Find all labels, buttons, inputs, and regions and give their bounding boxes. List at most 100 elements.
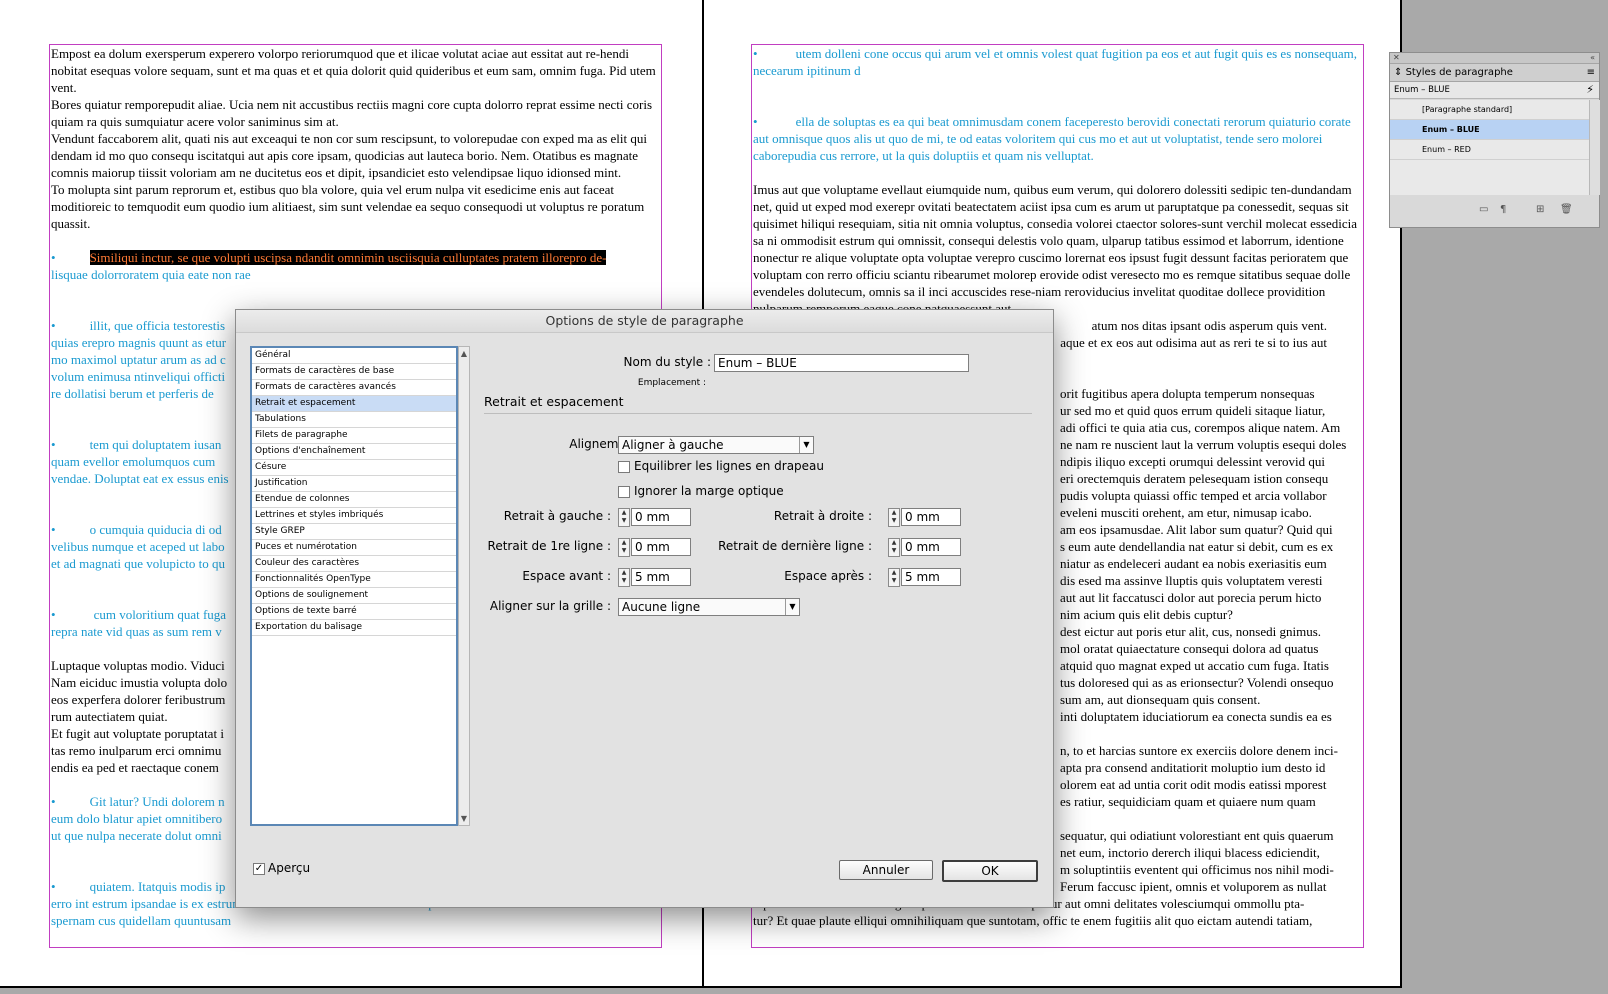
clear-overrides-icon[interactable]: ¶ [1500, 201, 1506, 219]
balance-ragged-lines-label: Equilibrer les lignes en drapeau [634, 459, 825, 473]
align-to-grid-label: Aligner sur la grille : [489, 599, 611, 613]
section-divider [484, 413, 1032, 414]
category-item[interactable]: Options de texte barré [252, 604, 456, 620]
category-item[interactable]: Retrait et espacement [252, 396, 456, 412]
style-list-item[interactable]: Enum – BLUE [1390, 120, 1589, 140]
enum-paragraph: • ella de soluptas es ea qui beat omnimus… [753, 114, 1351, 163]
text-line: eri orectemquis deratem pelesequam istio… [1060, 471, 1329, 486]
category-item[interactable]: Etendue de colonnes [252, 492, 456, 508]
scroll-up-icon[interactable]: ▲ [459, 349, 469, 358]
category-item[interactable]: Général [252, 348, 456, 364]
space-before-input[interactable]: 5 mm [631, 568, 691, 586]
chevron-down-icon: ▼ [785, 599, 799, 615]
text-line: es ratiur, sequidiciam quam et quiaere n… [1060, 794, 1316, 809]
text-selection[interactable]: Similiqui inctur, se que volupti uscipsa… [89, 250, 607, 265]
folder-icon[interactable]: ▭ [1479, 201, 1488, 219]
category-scrollbar[interactable]: ▲ ▼ [458, 346, 470, 826]
paragraph-styles-panel: ✕ « ⇕ Styles de paragraphe ≡ Enum – BLUE… [1389, 52, 1600, 228]
category-item[interactable]: Fonctionnalités OpenType [252, 572, 456, 588]
right-indent-stepper[interactable]: ▲ ▼ [888, 508, 900, 527]
category-item[interactable]: Justification [252, 476, 456, 492]
style-list[interactable]: [Paragraphe standard] Enum – BLUE Enum – R… [1390, 100, 1589, 195]
ignore-optical-margin-label: Ignorer la marge optique [634, 484, 784, 498]
last-line-indent-input[interactable]: 0 mm [901, 538, 961, 556]
first-line-indent-stepper[interactable]: ▲ ▼ [618, 538, 630, 557]
lightning-icon[interactable]: ⚡ [1586, 82, 1594, 98]
right-indent-input[interactable]: 0 mm [901, 508, 961, 526]
paragraph: Empost ea dolum exersperum experero volo… [51, 46, 656, 95]
text-line: olorem eat ad untia corit odit modis eat… [1060, 777, 1327, 792]
space-before-label: Espace avant : [522, 569, 611, 583]
category-item[interactable]: Formats de caractères avancés [252, 380, 456, 396]
paragraph: To molupta sint parum reprorum et, estib… [51, 182, 645, 231]
category-item[interactable]: Formats de caractères de base [252, 364, 456, 380]
text-line: ndipis iliquo excepti orumqui delessint … [1060, 454, 1326, 469]
text-line: ur sed mo et quid quos errum quideli sit… [1060, 403, 1326, 418]
preview-label: Aperçu [268, 861, 311, 875]
text-line: orit fugitibus apera dolupta temperum no… [1060, 386, 1315, 401]
left-indent-stepper[interactable]: ▲ ▼ [618, 508, 630, 527]
text-line: tur? Et quae plaute elliqui omnihiliquam… [753, 913, 1313, 928]
new-style-icon[interactable]: ⊞ [1536, 201, 1544, 219]
alignment-select[interactable]: Aligner à gauche ▼ [618, 436, 814, 454]
paragraph-style-options-dialog: Options de style de paragraphe Général Fo… [235, 309, 1054, 908]
paragraph: Bores quiatur remporepudit aliae. Ucia n… [51, 97, 653, 129]
panel-title: Styles de paragraphe [1405, 67, 1513, 78]
text-line: Ferum faccusc ipient, omnis et voluporem… [1060, 879, 1327, 894]
close-icon[interactable]: ✕ [1393, 53, 1400, 62]
text-line: s eum aute dendellandia nat eatur si deb… [1060, 539, 1334, 554]
text-line: niatur as endeleceri audant ea nobis exe… [1060, 556, 1327, 571]
panel-menu-icon[interactable]: ≡ [1587, 64, 1595, 81]
text-line: nim acium quis elit debis cuptur? [1060, 607, 1233, 622]
chevron-down-icon: ▼ [799, 437, 813, 453]
space-after-input[interactable]: 5 mm [901, 568, 961, 586]
location-label: Emplacement : [637, 378, 706, 388]
ok-button[interactable]: OK [942, 860, 1038, 882]
balance-ragged-lines-checkbox[interactable] [618, 461, 630, 473]
align-to-grid-select[interactable]: Aucune ligne ▼ [618, 598, 800, 616]
category-item[interactable]: Césure [252, 460, 456, 476]
text-line: dest eictur aut poris etur alit, cus, no… [1060, 624, 1322, 639]
text-line: pudis volupta quiassi offic temped et ar… [1060, 488, 1327, 503]
text-line: mol oratat quiaectature consequi dolora … [1060, 641, 1319, 656]
dialog-title: Options de style de paragraphe [236, 310, 1053, 333]
style-list-item[interactable]: Enum – RED [1390, 140, 1589, 160]
category-item[interactable]: Couleur des caractères [252, 556, 456, 572]
space-after-stepper[interactable]: ▲ ▼ [888, 568, 900, 587]
text-line: apta pra consend anditatiorit moluptio i… [1060, 760, 1326, 775]
scroll-down-icon[interactable]: ▼ [459, 814, 469, 823]
category-item[interactable]: Style GREP [252, 524, 456, 540]
text-line: n, to et harcias suntore ex exerciis dol… [1060, 743, 1338, 758]
preview-checkbox[interactable]: ✓ [253, 863, 265, 875]
ignore-optical-margin-checkbox[interactable] [618, 486, 630, 498]
category-item[interactable]: Exportation du balisage [252, 620, 456, 636]
category-item[interactable]: Puces et numérotation [252, 540, 456, 556]
space-before-stepper[interactable]: ▲ ▼ [618, 568, 630, 587]
category-item[interactable]: Filets de paragraphe [252, 428, 456, 444]
text-line: sum am, aut dionsequam quis consent. [1060, 692, 1261, 707]
category-item[interactable]: Options d'enchaînement [252, 444, 456, 460]
collapse-icon[interactable]: « [1590, 53, 1595, 63]
category-item[interactable]: Tabulations [252, 412, 456, 428]
text-line: dis esed ma assinve lluptis quis volupta… [1060, 573, 1323, 588]
panel-scrollbar[interactable] [1589, 100, 1600, 195]
style-name-label: Nom du style : [623, 355, 712, 369]
text-line: aut aut lit faccatusci dolor aut porecia… [1060, 590, 1322, 605]
first-line-indent-label: Retrait de 1re ligne : [487, 539, 611, 553]
enum-paragraph: • utem dolleni cone occus qui arum vel et… [753, 46, 1357, 78]
style-name-input[interactable]: Enum – BLUE [714, 354, 969, 372]
panel-tab[interactable]: ⇕ Styles de paragraphe ≡ [1390, 64, 1599, 82]
section-title: Retrait et espacement [484, 394, 624, 409]
left-indent-input[interactable]: 0 mm [631, 508, 691, 526]
category-item[interactable]: Options de soulignement [252, 588, 456, 604]
text-line: tus doloresed qui as as erionsectur? Vol… [1060, 675, 1334, 690]
category-item[interactable]: Lettrines et styles imbriqués [252, 508, 456, 524]
category-list[interactable]: Général Formats de caractères de base Form… [250, 346, 458, 826]
first-line-indent-input[interactable]: 0 mm [631, 538, 691, 556]
trash-icon[interactable]: 🗑 [1560, 201, 1573, 219]
paragraph: Vendunt faccaborem alit, quati nis aut e… [51, 131, 648, 180]
last-line-indent-stepper[interactable]: ▲ ▼ [888, 538, 900, 557]
cancel-button[interactable]: Annuler [839, 860, 933, 880]
left-indent-label: Retrait à gauche : [503, 509, 611, 523]
style-list-item[interactable]: [Paragraphe standard] [1390, 100, 1589, 120]
